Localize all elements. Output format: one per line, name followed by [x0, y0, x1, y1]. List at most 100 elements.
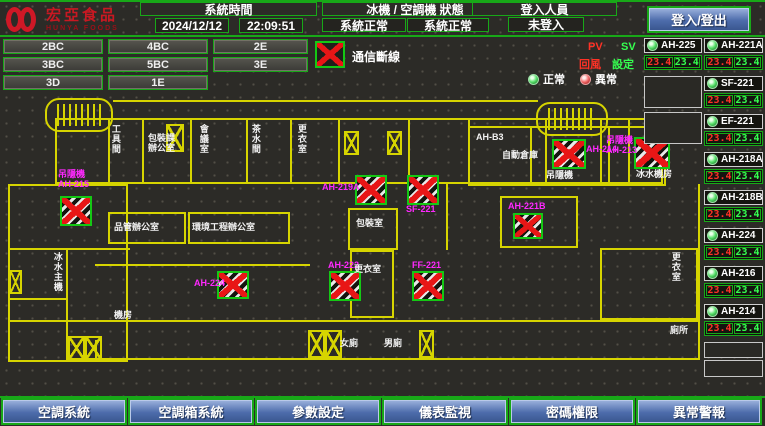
map-wall — [8, 320, 700, 322]
sv-label: SV — [621, 41, 636, 53]
map-room-label: 女廁 — [340, 339, 358, 349]
floor-button-3e[interactable]: 3E — [213, 57, 308, 72]
unit-values: 23.423.4 — [644, 55, 702, 70]
unit-status-led-icon — [707, 154, 718, 165]
unit-status-led-icon — [707, 192, 718, 203]
unit-pv-value: 23.4 — [706, 209, 733, 220]
abnormal-label: 異常 — [595, 71, 617, 87]
company-logo-icon — [6, 6, 40, 34]
map-room-label: 男廁 — [384, 339, 402, 349]
unit-values: 23.423.4 — [704, 169, 763, 184]
map-unit-comm-fail-icon[interactable] — [412, 271, 444, 301]
system-date-value: 2024/12/12 — [155, 18, 229, 33]
toolbar-button-4[interactable]: 儀表監視 — [384, 400, 506, 423]
map-room-label: 包裝課 辦公室 — [148, 134, 175, 154]
unit-status-led-icon — [647, 40, 658, 51]
unit-row-ah-218a[interactable]: AH-218A — [704, 152, 763, 167]
unit-name-label: AH-221A — [721, 40, 763, 51]
unit-status-led-icon — [707, 306, 718, 317]
unit-row-ah-216[interactable]: AH-216 — [704, 266, 763, 281]
map-wall — [142, 118, 144, 184]
normal-led-icon — [528, 74, 539, 85]
map-unit-comm-fail-icon[interactable] — [407, 175, 439, 205]
unit-row-ah-214[interactable]: AH-214 — [704, 304, 763, 319]
map-equipment-label: AH-221B — [508, 202, 546, 212]
unit-values: 23.423.4 — [704, 55, 763, 70]
login-status-value: 未登入 — [508, 17, 584, 32]
unit-status-led-icon — [707, 268, 718, 279]
map-unit-comm-fail-icon[interactable] — [329, 271, 361, 301]
stair-shaft-icon — [68, 336, 85, 360]
map-wall — [246, 118, 248, 184]
stairwell-icon — [45, 98, 113, 132]
unit-row-ah-224[interactable]: AH-224 — [704, 228, 763, 243]
map-unit-comm-fail-icon[interactable] — [552, 139, 586, 169]
empty-unit-slot — [704, 360, 763, 377]
map-unit-comm-fail-icon[interactable] — [60, 196, 92, 226]
unit-name-label: SF-221 — [721, 78, 754, 89]
unit-sv-value: 23.4 — [734, 133, 761, 144]
map-room-label: 機房 — [114, 311, 132, 321]
unit-status-led-icon — [707, 40, 718, 51]
map-room-label: 自動倉庫 — [502, 151, 538, 161]
floor-button-5bc[interactable]: 5BC — [108, 57, 208, 72]
toolbar-button-5[interactable]: 密碼權限 — [511, 400, 633, 423]
unit-sv-value: 23.4 — [734, 209, 761, 220]
toolbar-button-2[interactable]: 空調箱系統 — [130, 400, 252, 423]
company-name-en: HUNYA FOODS — [46, 25, 119, 32]
login-logout-button[interactable]: 登入/登出 — [649, 8, 749, 31]
toolbar-button-3[interactable]: 參數設定 — [257, 400, 379, 423]
map-wall — [348, 208, 398, 250]
unit-name-label: AH-218B — [721, 192, 763, 203]
floor-button-3bc[interactable]: 3BC — [3, 57, 103, 72]
unit-row-ah-221a[interactable]: AH-221A — [704, 38, 763, 53]
floor-button-1e[interactable]: 1E — [108, 75, 208, 90]
unit-row-sf-221[interactable]: SF-221 — [704, 76, 763, 91]
floor-button-2e[interactable]: 2E — [213, 39, 308, 54]
normal-legend: 正常 — [528, 71, 565, 87]
map-room-label: 會議室 — [198, 124, 208, 154]
comm-fail-icon — [315, 41, 345, 68]
toolbar-button-1[interactable]: 空調系統 — [3, 400, 125, 423]
map-unit-comm-fail-icon[interactable] — [513, 213, 543, 239]
map-room-label: 更衣室 — [670, 252, 680, 282]
empty-unit-slot — [644, 76, 702, 108]
floor-button-2bc[interactable]: 2BC — [3, 39, 103, 54]
map-wall — [698, 184, 700, 360]
map-wall — [113, 100, 538, 102]
unit-row-ah-218b[interactable]: AH-218B — [704, 190, 763, 205]
map-equipment-label: 吊隱機 AH-215 — [58, 170, 89, 190]
unit-row-ah-225[interactable]: AH-225 — [644, 38, 702, 53]
unit-status-led-icon — [707, 78, 718, 89]
unit-pv-value: 23.4 — [706, 95, 733, 106]
header-separator-line — [0, 35, 765, 37]
system-clock-value: 22:09:51 — [239, 18, 303, 33]
toolbar-button-6[interactable]: 異常警報 — [638, 400, 760, 423]
sv-desc-label: 設定 — [612, 56, 634, 72]
empty-unit-slot — [644, 112, 702, 144]
map-equipment-label: AH-224 — [194, 279, 225, 289]
normal-label: 正常 — [543, 71, 565, 87]
floor-button-4bc[interactable]: 4BC — [108, 39, 208, 54]
stair-shaft-icon — [9, 270, 22, 294]
unit-sv-value: 23.4 — [734, 323, 761, 334]
unit-pv-value: 23.4 — [706, 171, 733, 182]
map-wall — [8, 298, 68, 300]
pv-desc-label: 回風 — [579, 56, 601, 72]
map-room-label: 環境工程辦公室 — [192, 223, 255, 233]
map-wall — [190, 118, 192, 184]
unit-status-led-icon — [707, 230, 718, 241]
stair-shaft-icon — [85, 336, 102, 360]
floor-button-3d[interactable]: 3D — [3, 75, 103, 90]
comm-fail-label: 通信斷線 — [352, 48, 400, 65]
unit-name-label: AH-225 — [661, 40, 695, 51]
map-wall — [95, 358, 700, 360]
unit-values: 23.423.4 — [704, 131, 763, 146]
unit-row-ef-221[interactable]: EF-221 — [704, 114, 763, 129]
unit-pv-value: 23.4 — [706, 133, 733, 144]
map-room-label: 茶水間 — [250, 124, 260, 154]
map-wall — [338, 118, 340, 184]
abnormal-led-icon — [580, 74, 591, 85]
company-name: 宏亞食品 — [46, 8, 119, 23]
map-room-label: 更衣室 — [296, 124, 306, 154]
